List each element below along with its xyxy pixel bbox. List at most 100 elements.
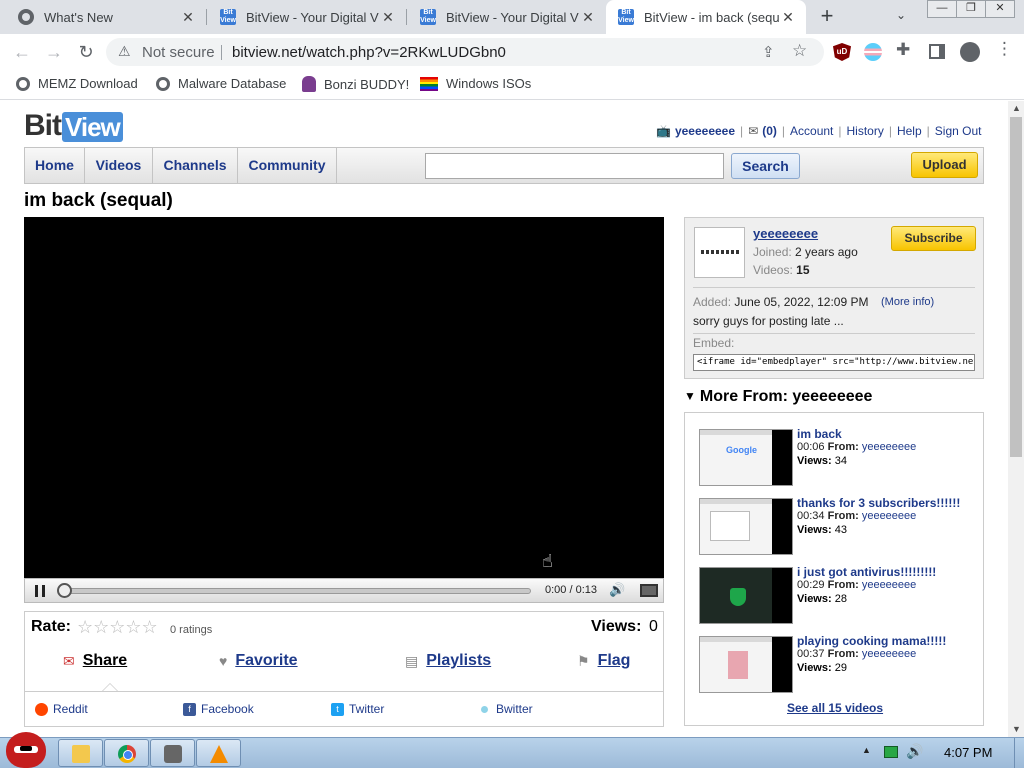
scroll-up-arrow-icon[interactable]: ▲ (1012, 103, 1021, 113)
close-icon[interactable]: ✕ (180, 9, 196, 26)
account-link[interactable]: Account (790, 124, 833, 138)
taskbar-vlc[interactable] (196, 739, 241, 767)
ublock-icon[interactable]: uD (833, 43, 851, 61)
tray-expand-icon[interactable]: ▲ (862, 745, 871, 755)
tab-bitview-active[interactable]: Bit View BitView - im back (sequ ✕ (606, 0, 806, 34)
address-bar[interactable]: ⚠ Not secure bitview.net/watch.php?v=2RK… (106, 38, 824, 66)
share-reddit[interactable]: Reddit (35, 702, 88, 716)
video-thumbnail[interactable]: Google (699, 429, 793, 486)
list-item[interactable]: Google im back 00:06 From: yeeeeeeee Vie… (699, 427, 981, 487)
back-arrow-icon[interactable]: ← (10, 40, 34, 64)
share-action[interactable]: ✉ Share (63, 652, 127, 670)
mail-icon[interactable]: ✉ (748, 124, 758, 138)
embed-code-input[interactable]: <iframe id="embedplayer" src="http://www… (693, 354, 975, 371)
search-input[interactable] (425, 153, 724, 179)
author-link[interactable]: yeeeeeeee (862, 510, 916, 522)
extensions-puzzle-icon[interactable]: ✚ (896, 40, 914, 59)
bookmark-malware-database[interactable]: Malware Database (156, 76, 286, 91)
bitview-logo[interactable]: Bit View (24, 110, 123, 142)
fullscreen-icon[interactable] (640, 584, 658, 597)
share-bwitter[interactable]: Bwitter (481, 702, 533, 716)
new-tab-button[interactable]: + (816, 5, 838, 29)
nav-videos[interactable]: Videos (85, 148, 153, 183)
maximize-button[interactable]: ❐ (956, 0, 986, 18)
more-info-link[interactable]: (More info) (881, 296, 934, 308)
close-icon[interactable]: ✕ (380, 9, 396, 26)
video-thumbnail[interactable] (699, 567, 793, 624)
username-link[interactable]: yeeeeeeee (675, 124, 735, 138)
video-title-link[interactable]: playing cooking mama!!!!! (797, 634, 946, 648)
system-clock[interactable]: 4:07 PM (944, 745, 992, 760)
show-desktop-button[interactable] (1014, 738, 1024, 768)
security-label[interactable]: Not secure (142, 44, 215, 61)
profile-avatar-icon[interactable] (960, 42, 980, 62)
start-button-angry-bird-icon[interactable] (6, 732, 46, 768)
more-from-header[interactable]: ▼ More From: yeeeeeeee (684, 388, 872, 406)
taskbar-explorer[interactable] (58, 739, 103, 767)
scroll-down-arrow-icon[interactable]: ▼ (1012, 724, 1021, 734)
subscribe-button[interactable]: Subscribe (891, 226, 976, 251)
forward-arrow-icon[interactable]: → (42, 40, 66, 64)
tab-search-button[interactable]: ⌄ (896, 8, 906, 22)
close-icon[interactable]: ✕ (780, 9, 796, 26)
volume-icon[interactable]: 🔊 (609, 582, 625, 598)
author-link[interactable]: yeeeeeeee (862, 648, 916, 660)
upload-button[interactable]: Upload (911, 152, 978, 178)
nav-community[interactable]: Community (238, 148, 337, 183)
flag-action[interactable]: ⚑ Flag (577, 652, 630, 670)
video-title-link[interactable]: thanks for 3 subscribers!!!!!! (797, 496, 960, 510)
list-item[interactable]: i just got antivirus!!!!!!!!! 00:29 From… (699, 565, 981, 625)
share-icon[interactable]: ⇪ (762, 43, 775, 61)
tab-bitview-2[interactable]: Bit View BitView - Your Digital V ✕ (406, 0, 606, 34)
bookmark-bonzi-buddy[interactable]: Bonzi BUDDY! (302, 76, 409, 92)
channel-avatar[interactable] (694, 227, 745, 278)
nav-channels[interactable]: Channels (153, 148, 238, 183)
seek-bar[interactable] (61, 588, 531, 594)
minimize-button[interactable]: — (927, 0, 957, 18)
video-thumbnail[interactable] (699, 498, 793, 555)
close-window-button[interactable]: ✕ (985, 0, 1015, 18)
inbox-count-link[interactable]: (0) (762, 124, 777, 138)
collapse-triangle-icon[interactable]: ▼ (684, 389, 696, 403)
author-link[interactable]: yeeeeeeee (862, 579, 916, 591)
favorite-action[interactable]: ♥ Favorite (219, 652, 298, 670)
video-title-link[interactable]: im back (797, 427, 842, 441)
taskbar-chrome[interactable] (104, 739, 149, 767)
video-title-link[interactable]: i just got antivirus!!!!!!!!! (797, 565, 936, 579)
video-player[interactable] (24, 217, 664, 579)
reload-icon[interactable]: ↻ (74, 40, 98, 64)
history-link[interactable]: History (847, 124, 884, 138)
close-icon[interactable]: ✕ (580, 9, 596, 26)
side-panel-icon[interactable] (929, 44, 945, 59)
taskbar-app[interactable] (150, 739, 195, 767)
video-thumbnail[interactable] (699, 636, 793, 693)
pause-icon[interactable] (35, 585, 45, 597)
help-link[interactable]: Help (897, 124, 922, 138)
bookmark-windows-isos[interactable]: Windows ISOs (420, 76, 531, 91)
see-all-videos-link[interactable]: See all 15 videos (787, 701, 883, 715)
channel-name-link[interactable]: yeeeeeeee (753, 226, 818, 241)
sign-out-link[interactable]: Sign Out (935, 124, 982, 138)
bookmark-memz[interactable]: MEMZ Download (16, 76, 138, 91)
warning-icon[interactable]: ⚠ (118, 43, 131, 60)
page-scrollbar[interactable]: ▲ ▼ (1008, 101, 1024, 737)
share-facebook[interactable]: f Facebook (183, 702, 254, 716)
kebab-menu-icon[interactable]: ⋮ (996, 39, 1013, 58)
share-twitter[interactable]: t Twitter (331, 702, 384, 716)
list-item[interactable]: playing cooking mama!!!!! 00:37 From: ye… (699, 634, 981, 694)
extension-flag-icon[interactable] (864, 43, 882, 61)
list-item[interactable]: thanks for 3 subscribers!!!!!! 00:34 Fro… (699, 496, 981, 556)
tab-bitview-1[interactable]: Bit View BitView - Your Digital V ✕ (206, 0, 406, 34)
search-button[interactable]: Search (731, 153, 800, 179)
seek-handle[interactable] (57, 583, 72, 598)
tab-whats-new[interactable]: What's New ✕ (0, 0, 206, 34)
scrollbar-thumb[interactable] (1010, 117, 1022, 457)
author-link[interactable]: yeeeeeeee (862, 441, 916, 453)
network-icon[interactable] (884, 746, 898, 758)
bookmark-star-icon[interactable]: ☆ (792, 41, 807, 61)
nav-home[interactable]: Home (25, 148, 85, 183)
volume-tray-icon[interactable]: 🔊 (906, 743, 923, 760)
star-rating[interactable]: ☆☆☆☆☆ (77, 617, 158, 638)
playlists-action[interactable]: ▤ Playlists (405, 652, 491, 670)
url-text[interactable]: bitview.net/watch.php?v=2RKwLUDGbn0 (232, 44, 506, 61)
